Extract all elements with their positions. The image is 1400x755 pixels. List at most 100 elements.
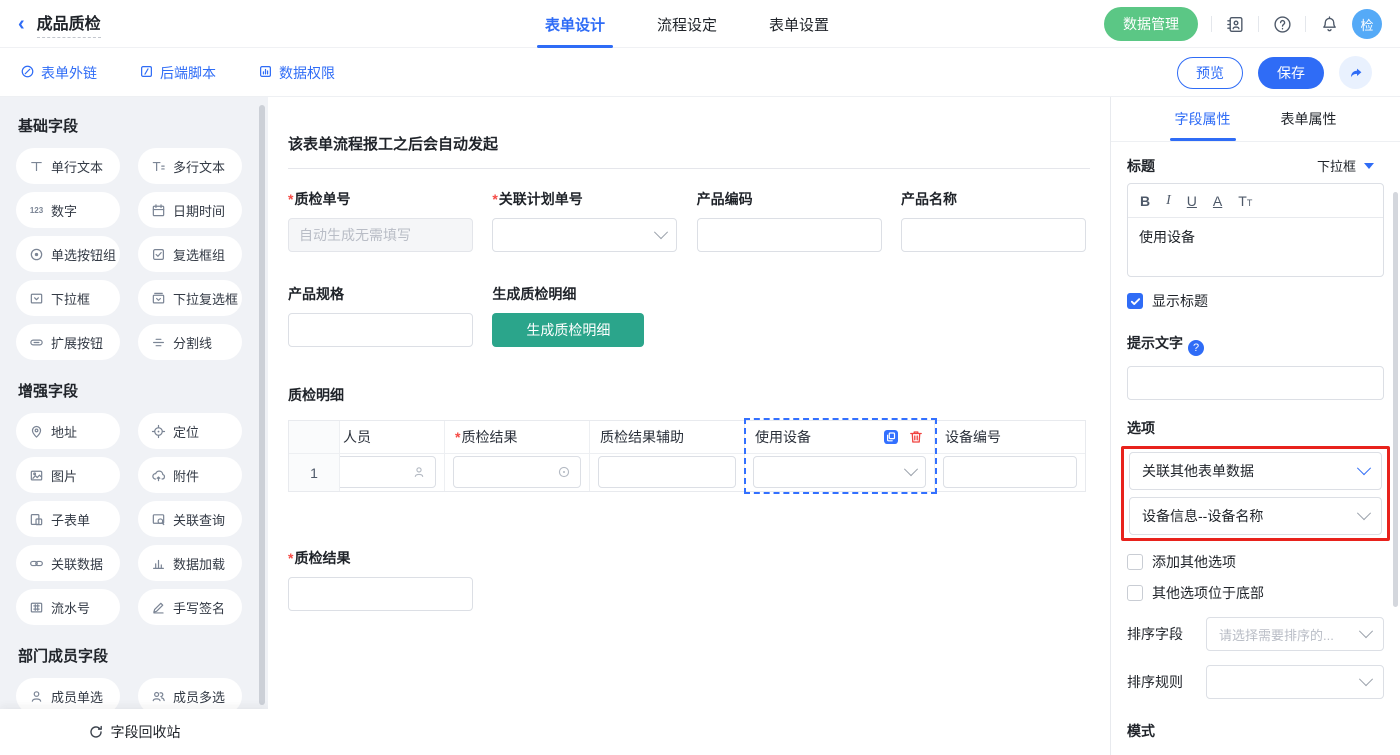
qc-result-cell-input[interactable] — [453, 456, 581, 488]
field-item-select[interactable]: 下拉框 — [16, 280, 120, 316]
share-button[interactable] — [1339, 56, 1372, 89]
sort-field-select[interactable]: 请选择需要排序的... — [1206, 617, 1384, 651]
col-header-device-no[interactable]: 设备编号 — [935, 421, 1085, 454]
field-recycle-bin[interactable]: 字段回收站 — [0, 709, 268, 755]
divider-icon — [151, 335, 166, 350]
font-color-button[interactable]: A — [1213, 193, 1222, 209]
divider — [1258, 16, 1259, 32]
field-item-data-load[interactable]: 数据加载 — [138, 545, 242, 581]
data-permission-button[interactable]: 数据权限 — [258, 63, 335, 83]
notification-bell-icon[interactable] — [1319, 14, 1339, 34]
field-item-number[interactable]: 123数字 — [16, 192, 120, 228]
tab-form-setting[interactable]: 表单设置 — [769, 0, 829, 48]
backend-script-button[interactable]: 后端脚本 — [139, 63, 216, 83]
option-dataset-select[interactable]: 设备信息--设备名称 — [1129, 497, 1382, 535]
qc-no-input[interactable]: 自动生成无需填写 — [288, 218, 473, 252]
font-size-button[interactable]: T — [1238, 193, 1252, 209]
tab-form-properties[interactable]: 表单属性 — [1281, 97, 1337, 141]
device-no-cell-input[interactable] — [943, 456, 1077, 488]
device-used-cell[interactable] — [745, 454, 935, 491]
add-other-option-checkbox[interactable]: 添加其他选项 — [1127, 552, 1384, 572]
field-item-subform[interactable]: 子表单 — [16, 501, 120, 537]
field-item-checkbox-group[interactable]: 复选框组 — [138, 236, 242, 272]
italic-button[interactable]: I — [1166, 193, 1171, 209]
col-header-device-used[interactable]: 使用设备 — [745, 421, 935, 454]
qc-result-aux-cell[interactable] — [590, 454, 745, 491]
field-type-select[interactable]: 下拉框 — [1307, 150, 1384, 181]
copy-icon[interactable] — [883, 429, 899, 445]
data-manage-button[interactable]: 数据管理 — [1104, 7, 1198, 41]
member-cell[interactable] — [340, 454, 445, 491]
tab-field-properties[interactable]: 字段属性 — [1175, 97, 1231, 141]
form-title[interactable]: 成品质检 — [37, 10, 101, 38]
product-name-input[interactable] — [901, 218, 1086, 252]
product-spec-input[interactable] — [288, 313, 473, 347]
single-line-text-icon — [29, 159, 44, 174]
user-avatar[interactable]: 检 — [1352, 9, 1382, 39]
device-no-cell[interactable] — [935, 454, 1085, 491]
show-title-checkbox[interactable]: 显示标题 — [1127, 291, 1384, 311]
plan-no-select[interactable] — [492, 218, 677, 252]
title-editor-text[interactable]: 使用设备 — [1128, 218, 1383, 276]
generate-detail-button[interactable]: 生成质检明细 — [492, 313, 644, 347]
underline-button[interactable]: U — [1187, 193, 1197, 209]
qc-result-aux-cell-input[interactable] — [598, 456, 736, 488]
field-item-attachment[interactable]: 附件 — [138, 457, 242, 493]
field-item-multi-select[interactable]: 下拉复选框 — [138, 280, 242, 316]
field-library-sidebar: 基础字段 单行文本 多行文本 123数字 日期时间 单选按钮组 复选框组 下拉框… — [0, 97, 268, 755]
crosshair-icon — [151, 424, 166, 439]
panel-scrollbar[interactable] — [1393, 192, 1398, 607]
field-item-address[interactable]: 地址 — [16, 413, 120, 449]
field-item-lookup-query[interactable]: 关联查询 — [138, 501, 242, 537]
preview-button[interactable]: 预览 — [1177, 57, 1243, 89]
product-code-input[interactable] — [697, 218, 882, 252]
field-item-datetime[interactable]: 日期时间 — [138, 192, 242, 228]
qc-result-cell[interactable] — [445, 454, 590, 491]
hint-text-input[interactable] — [1127, 366, 1384, 400]
sort-rule-label: 排序规则 — [1127, 672, 1183, 692]
field-item-linked-data[interactable]: 关联数据 — [16, 545, 120, 581]
field-product-spec[interactable]: 产品规格 — [288, 284, 473, 347]
tab-form-design[interactable]: 表单设计 — [545, 0, 605, 48]
field-item-single-line-text[interactable]: 单行文本 — [16, 148, 120, 184]
options-label: 选项 — [1127, 418, 1384, 438]
field-item-multi-line-text[interactable]: 多行文本 — [138, 148, 242, 184]
property-panel: 字段属性 表单属性 标题 下拉框 B I U A T 使用设备 显示标题 — [1110, 97, 1400, 755]
other-option-bottom-checkbox[interactable]: 其他选项位于底部 — [1127, 583, 1384, 603]
col-header-qc-result[interactable]: *质检结果 — [445, 421, 590, 454]
field-item-radio-group[interactable]: 单选按钮组 — [16, 236, 120, 272]
field-product-code[interactable]: 产品编码 — [697, 189, 882, 252]
field-generate-detail[interactable]: 生成质检明细 生成质检明细 — [492, 284, 677, 347]
delete-icon[interactable] — [908, 429, 924, 445]
field-item-image[interactable]: 图片 — [16, 457, 120, 493]
qc-result-input[interactable] — [288, 577, 473, 611]
sidebar-scrollbar[interactable] — [259, 105, 265, 705]
section-title-basic: 基础字段 — [18, 115, 254, 136]
help-icon[interactable]: ? — [1188, 340, 1204, 356]
hint-text-label: 提示文字 — [1127, 335, 1183, 351]
option-source-select[interactable]: 关联其他表单数据 — [1129, 452, 1382, 490]
device-used-select[interactable] — [753, 456, 926, 488]
field-item-location[interactable]: 定位 — [138, 413, 242, 449]
field-item-divider[interactable]: 分割线 — [138, 324, 242, 360]
field-product-name[interactable]: 产品名称 — [901, 189, 1086, 252]
external-link-button[interactable]: 表单外链 — [20, 63, 97, 83]
field-item-extend-button[interactable]: 扩展按钮 — [16, 324, 120, 360]
save-button[interactable]: 保存 — [1258, 57, 1324, 89]
field-qc-no[interactable]: *质检单号 自动生成无需填写 — [288, 189, 473, 252]
contact-book-icon[interactable] — [1225, 14, 1245, 34]
tab-flow-setting[interactable]: 流程设定 — [657, 0, 717, 48]
multi-select-icon — [151, 291, 166, 306]
back-button[interactable]: ‹ — [18, 14, 25, 34]
sort-rule-select[interactable] — [1206, 665, 1384, 699]
field-item-serial-number[interactable]: 流水号 — [16, 589, 120, 625]
member-cell-input[interactable] — [340, 456, 436, 488]
help-icon[interactable] — [1272, 14, 1292, 34]
col-header-member[interactable]: 人员 — [340, 421, 445, 454]
field-item-signature[interactable]: 手写签名 — [138, 589, 242, 625]
field-qc-result[interactable]: *质检结果 — [288, 548, 1090, 611]
sort-rule-row: 排序规则 — [1127, 665, 1384, 699]
field-plan-no[interactable]: *关联计划单号 — [492, 189, 677, 252]
bold-button[interactable]: B — [1140, 193, 1150, 209]
col-header-qc-result-aux[interactable]: 质检结果辅助 — [590, 421, 745, 454]
